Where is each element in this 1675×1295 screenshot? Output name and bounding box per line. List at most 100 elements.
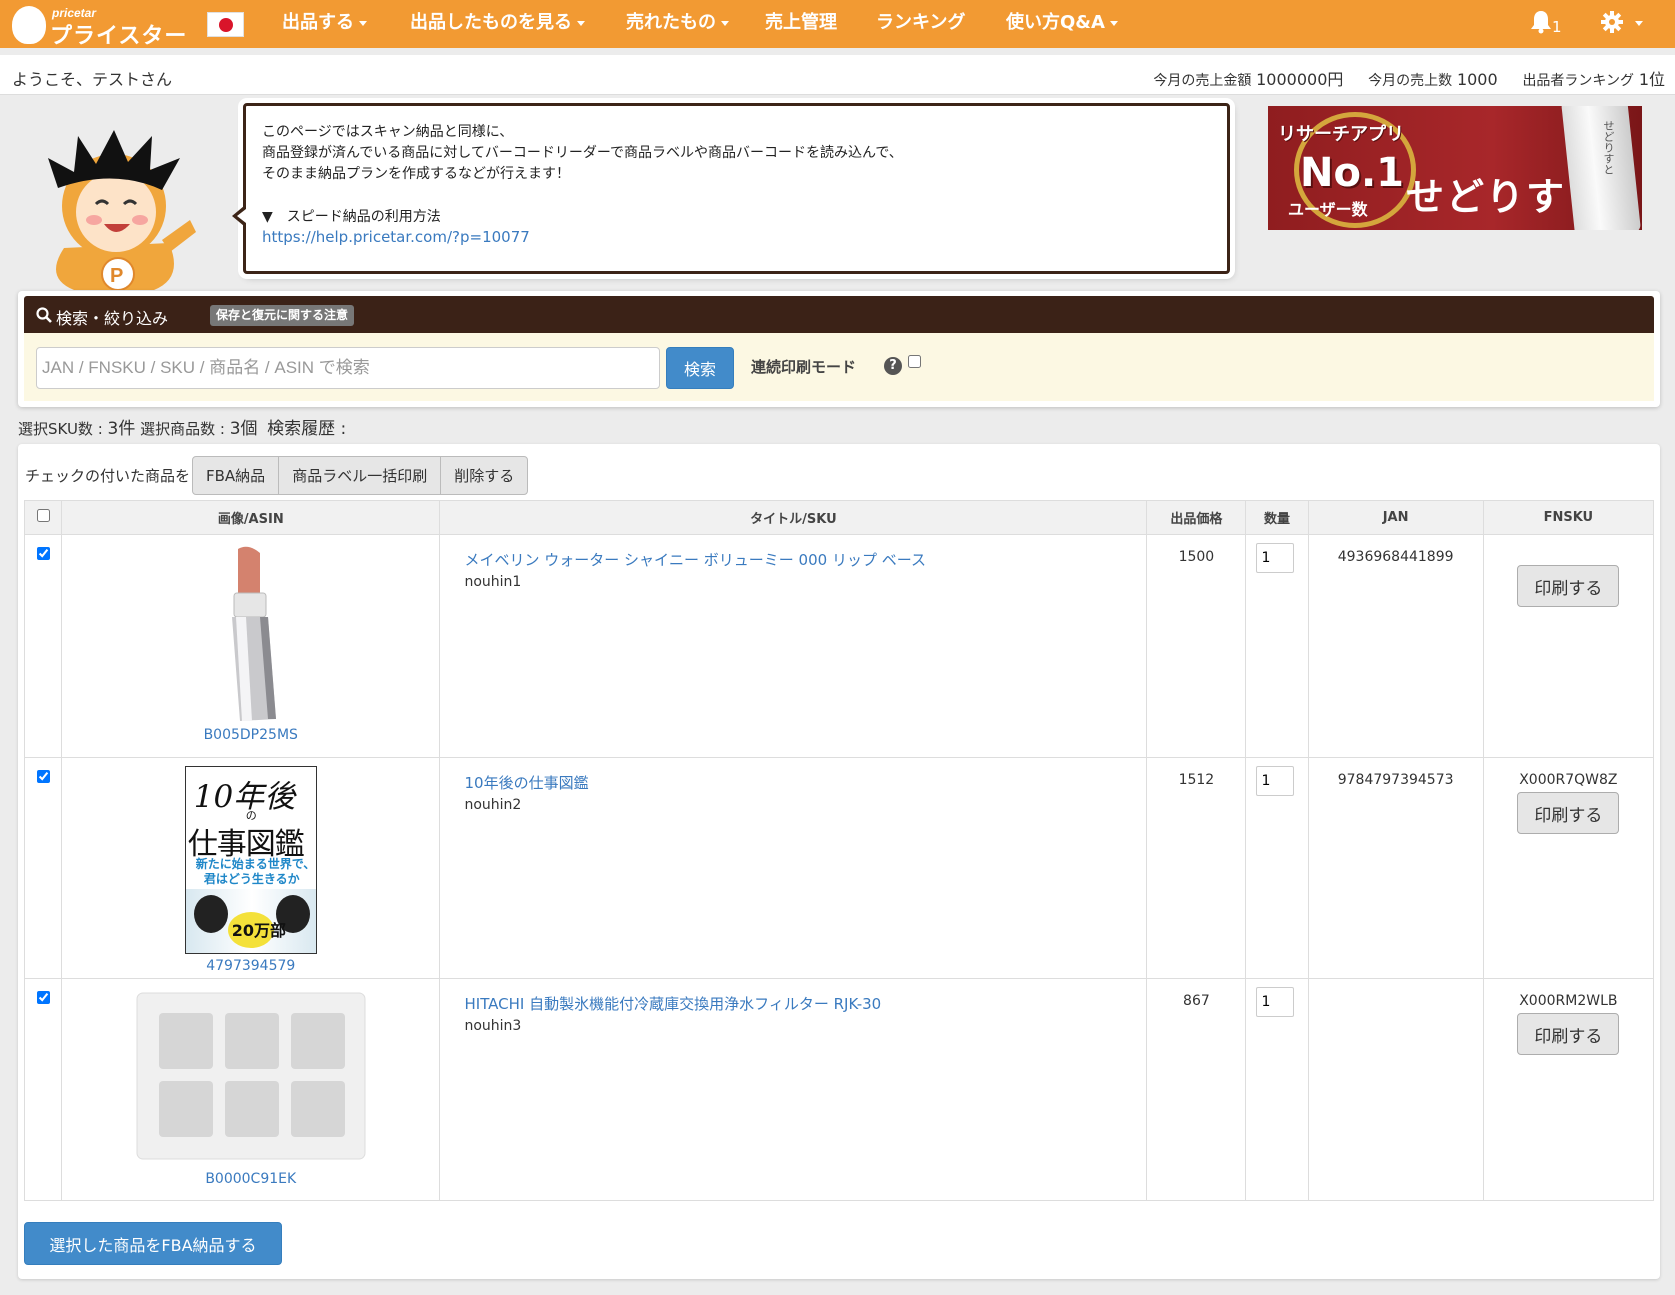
search-button[interactable]: 検索	[666, 347, 734, 389]
sku-count-value: 3件	[107, 419, 136, 439]
settings-button[interactable]	[1600, 10, 1644, 38]
info-line: そのまま納品プランを作成するなどが行えます！	[262, 166, 570, 182]
quantity-input[interactable]	[1256, 543, 1295, 573]
row-fnsku-cell: 印刷する	[1482, 534, 1655, 758]
product-sku: nouhin3	[464, 1018, 522, 1034]
row-jan	[1307, 978, 1484, 1201]
row-checkbox[interactable]	[36, 991, 50, 1004]
sales-count-value: 1000	[1456, 70, 1498, 89]
table-row: B0000C91EK HITACHI 自動製氷機能付冷蔵庫交換用浄水フィルター …	[23, 978, 1655, 1201]
bulk-print-labels-button[interactable]: 商品ラベル一括印刷	[278, 456, 442, 495]
row-fnsku-cell: X000RM2WLB 印刷する	[1482, 978, 1655, 1201]
row-checkbox[interactable]	[36, 547, 50, 560]
pricetar-logo[interactable]: pricetar プライスター	[8, 4, 198, 49]
search-panel: 検索・絞り込み 保存と復元に関する注意 検索 連続印刷モード ?	[18, 291, 1660, 407]
product-title-link[interactable]: HITACHI 自動製氷機能付冷蔵庫交換用浄水フィルター RJK-30	[464, 993, 1122, 1014]
product-image-filter[interactable]	[131, 987, 371, 1167]
product-sku: nouhin1	[464, 574, 522, 590]
nav-listing[interactable]: 出品する	[282, 0, 367, 48]
row-checkbox[interactable]	[36, 770, 50, 783]
nav-view-listings[interactable]: 出品したものを見る	[410, 0, 585, 48]
row-select-cell	[23, 757, 63, 979]
seller-ranking-value: 1位	[1638, 70, 1665, 89]
quantity-input[interactable]	[1256, 766, 1295, 796]
header-image-asin[interactable]: 画像/ASIN	[61, 500, 441, 535]
speed-delivery-guide-toggle[interactable]: ▼ スピード納品の利用方法	[262, 206, 441, 226]
brand-name: プライスター	[50, 24, 188, 49]
table-row: 10年後 の 仕事図鑑 新たに始まる世界で、 君はどう生きるか 20万部 4797…	[23, 757, 1655, 979]
nav-ranking[interactable]: ランキング	[876, 0, 965, 48]
submit-fba-delivery-button[interactable]: 選択した商品をFBA納品する	[24, 1222, 282, 1265]
nav-ranking-label: ランキング	[876, 12, 966, 33]
product-title-link[interactable]: 10年後の仕事図鑑	[464, 772, 1122, 793]
search-icon	[36, 307, 52, 323]
asin-link[interactable]: 4797394579	[62, 958, 439, 974]
row-qty-cell	[1245, 534, 1309, 758]
book-cover-sub-b: 君はどう生きるか	[203, 872, 300, 886]
monthly-stats: 今月の売上金額 1000000円 今月の売上数 1000 出品者ランキング 1位	[1133, 66, 1665, 90]
notification-count: 1	[1552, 18, 1562, 36]
header-fnsku[interactable]: FNSKU	[1482, 500, 1655, 535]
header-title-sku[interactable]: タイトル/SKU	[439, 500, 1148, 535]
nav-sold-items[interactable]: 売れたもの	[626, 0, 729, 48]
nav-sales-management[interactable]: 売上管理	[765, 0, 837, 48]
select-all-checkbox[interactable]	[36, 509, 50, 522]
header-quantity[interactable]: 数量	[1245, 500, 1309, 535]
header-jan[interactable]: JAN	[1307, 500, 1484, 535]
search-input[interactable]	[36, 347, 660, 389]
product-image-book[interactable]: 10年後 の 仕事図鑑 新たに始まる世界で、 君はどう生きるか 20万部	[184, 766, 317, 954]
banner-user-count: ユーザー数	[1288, 200, 1368, 219]
search-panel-header: 検索・絞り込み 保存と復元に関する注意	[24, 296, 1654, 333]
book-cover-subtitle: 新たに始まる世界で、 君はどう生きるか	[196, 857, 316, 887]
notification-button[interactable]: 1	[1530, 10, 1566, 38]
nav-listing-label: 出品する	[282, 12, 354, 33]
product-title-link[interactable]: メイベリン ウォーター シャイニー ボリューミー 000 リップ ベース	[464, 549, 1122, 570]
header-price[interactable]: 出品価格	[1146, 500, 1247, 535]
row-jan: 9784797394573	[1307, 757, 1484, 979]
mascot-logo-icon	[12, 6, 46, 44]
bulk-action-buttons: FBA納品 商品ラベル一括印刷 削除する	[192, 456, 529, 495]
row-jan: 4936968441899	[1307, 534, 1484, 758]
nav-help-qa[interactable]: 使い方Q&A	[1006, 0, 1118, 48]
search-panel-body: 検索 連続印刷モード ?	[24, 333, 1654, 401]
product-image-lipstick[interactable]	[216, 543, 286, 723]
question-circle-icon[interactable]: ?	[884, 357, 902, 375]
save-restore-notice-badge[interactable]: 保存と復元に関する注意	[210, 305, 355, 326]
row-title-cell: 10年後の仕事図鑑 nouhin2	[439, 757, 1148, 979]
asin-link[interactable]: B0000C91EK	[62, 1171, 439, 1187]
nav-sales-management-label: 売上管理	[765, 12, 837, 33]
info-text: このページではスキャン納品と同様に、 商品登録が済んでいる商品に対してバーコード…	[262, 122, 903, 185]
asin-link[interactable]: B005DP25MS	[62, 727, 439, 743]
book-cover-line1: 10年後	[193, 779, 296, 815]
help-link[interactable]: https://help.pricetar.com/?p=10077	[262, 228, 530, 246]
row-title-cell: HITACHI 自動製氷機能付冷蔵庫交換用浄水フィルター RJK-30 nouh…	[439, 978, 1148, 1201]
fnsku-value: X000RM2WLB	[1519, 993, 1618, 1009]
japan-flag-icon[interactable]	[207, 12, 244, 37]
welcome-greeting: ようこそ、テストさん	[12, 70, 173, 89]
row-qty-cell	[1245, 978, 1309, 1201]
item-count-value: 3個	[229, 419, 258, 439]
row-image-cell: B0000C91EK	[61, 978, 441, 1201]
table-row: B005DP25MS メイベリン ウォーター シャイニー ボリューミー 000 …	[23, 534, 1655, 758]
sedorist-ad-banner[interactable]: リサーチアプリ No.1 ユーザー数 せどりすと せどりすと	[1268, 106, 1642, 230]
search-history-label: 検索履歴 :	[267, 419, 347, 439]
quantity-input[interactable]	[1256, 987, 1295, 1017]
print-label-button[interactable]: 印刷する	[1517, 565, 1620, 607]
print-label-button[interactable]: 印刷する	[1517, 1013, 1620, 1055]
row-select-cell	[23, 534, 63, 758]
seller-ranking-label: 出品者ランキング	[1522, 73, 1635, 89]
row-price: 1500	[1146, 534, 1247, 758]
nav-help-qa-label: 使い方Q&A	[1006, 12, 1105, 33]
bulk-delete-button[interactable]: 削除する	[440, 456, 529, 495]
caret-down-icon	[1635, 21, 1643, 26]
nav-sold-items-label: 売れたもの	[626, 12, 716, 33]
header-select-all	[23, 500, 63, 535]
continuous-print-mode-checkbox[interactable]	[908, 355, 921, 368]
fnsku-value: X000R7QW8Z	[1519, 772, 1618, 788]
row-qty-cell	[1245, 757, 1309, 979]
row-title-cell: メイベリン ウォーター シャイニー ボリューミー 000 リップ ベース nou…	[439, 534, 1148, 758]
gear-icon	[1601, 11, 1623, 33]
table-header-row: 画像/ASIN タイトル/SKU 出品価格 数量 JAN FNSKU	[23, 500, 1655, 535]
bulk-fba-button[interactable]: FBA納品	[192, 456, 280, 495]
print-label-button[interactable]: 印刷する	[1517, 792, 1620, 834]
